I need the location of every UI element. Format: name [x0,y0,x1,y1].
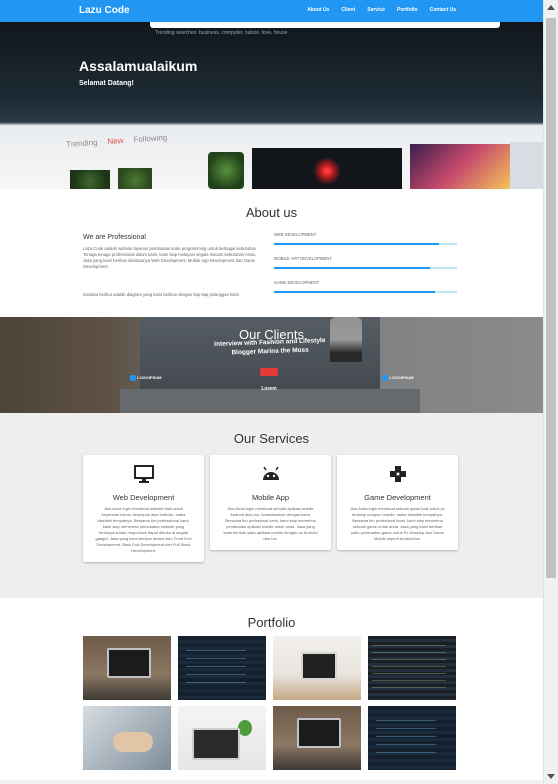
page: Lazu Code About Us Client Service Portfo… [0,0,543,784]
skill-bar [274,243,439,245]
brand-logo[interactable]: Lazu Code [79,5,130,16]
client-logo-text: LOGOIPSUM [137,375,162,381]
nav-link-portfolio[interactable]: Portfolio [397,7,418,13]
portfolio-item[interactable] [368,706,456,770]
service-card-title: Web Development [112,493,175,502]
skill-game: GAME DEVELOPMENT [274,280,457,293]
gamepad-icon [389,466,406,482]
hero-title: Assalamualaikum [79,58,198,74]
clients-section: Our Clients Interview with Fashion and L… [0,317,543,413]
client-logo-mark-icon [382,375,388,381]
hero-background-plant [118,168,152,189]
services-section: Our Services Web Development Jika Anda i… [0,413,543,598]
portfolio-title: Portfolio [247,615,296,630]
portfolio-item[interactable] [83,636,171,700]
service-card-mobile: Mobile App Jika Anda ingin membuat sebua… [210,455,331,550]
client-logo-text: Lorem [261,386,277,392]
client-logo-mark-icon [130,375,136,381]
portfolio-item[interactable] [83,706,171,770]
nav-link-client[interactable]: Client [341,7,355,13]
client-logo-mark-icon [260,368,278,376]
hero-background-plant [208,152,244,189]
services-title: Our Services [233,431,310,446]
about-note: Gambar berikut adalah diagram yang kami … [83,292,239,297]
about-heading: We are Professional [83,234,146,241]
hero-background-photo [510,142,543,189]
service-card-title: Game Development [364,493,431,502]
page-bottom-edge [0,780,543,784]
skill-bar [274,291,436,293]
service-card-text: Jika Anda ingin membuat sebuah game baik… [350,506,445,541]
portfolio-item[interactable] [178,706,266,770]
scroll-up-arrow-icon[interactable] [547,5,555,10]
nav-link-about[interactable]: About Us [307,7,329,13]
nav-links: About Us Client Service Portfolio Contac… [307,7,456,13]
service-card-title: Mobile App [251,493,290,502]
skill-label: GAME DEVELOPMENT [274,280,320,285]
client-logo: LOGOIPSUM [130,375,161,381]
hero-background-tab: Trending [66,137,98,149]
portfolio-item[interactable] [178,636,266,700]
scrollbar-thumb[interactable] [546,18,556,578]
service-card-game: Game Development Jika Anda ingin membuat… [337,455,458,550]
about-title: About us [245,205,298,220]
skill-bar [274,267,430,269]
scroll-down-arrow-icon[interactable] [547,774,555,779]
skill-mobile: MOBILE APP DEVELOPMENT [274,256,457,269]
hero-background-tab: Following [133,132,168,145]
hero-background-drink [410,144,510,189]
service-card-web: Web Development Jika Anda ingin membuat … [83,455,204,562]
hero-background-firework [312,156,342,186]
navbar: Lazu Code About Us Client Service Portfo… [0,0,543,22]
hero-background-trending: Trending searches: business, computer, n… [155,30,288,36]
service-card-text: Jika Anda ingin membuat website baik unt… [95,506,192,553]
about-text: Lazu Code adalah website layanan pembuat… [83,246,258,269]
about-section: About us We are Professional Lazu Code a… [0,189,543,317]
hero-banner: Trending searches: business, computer, n… [0,22,543,189]
hero-subtitle: Selamat Datang! [79,80,134,87]
hero-background-search-bar [150,22,500,28]
skill-track [274,267,457,269]
android-icon [262,466,279,480]
skill-web: WEB DEVELOPMENT [274,232,457,245]
monitor-icon [133,465,154,483]
client-logo-text: LOGOIPSUM [389,375,414,381]
hero-background-plant [70,170,110,189]
client-logo: LOGOIPSUM [382,375,413,381]
client-logo: Lorem [260,368,278,395]
skill-label: WEB DEVELOPMENT [274,232,317,237]
skill-track [274,291,457,293]
portfolio-item[interactable] [273,706,361,770]
portfolio-item[interactable] [273,636,361,700]
hero-background-tabs: Trending New Following [66,133,167,149]
hero-background-tab: New [107,136,124,147]
nav-link-contact[interactable]: Contact Us [430,7,456,13]
nav-link-service[interactable]: Service [367,7,385,13]
portfolio-item[interactable] [368,636,456,700]
portfolio-section: Portfolio [0,598,543,784]
skill-track [274,243,457,245]
service-card-text: Jika Anda ingin membuat sebuah aplikasi … [223,506,318,541]
vertical-scrollbar[interactable] [543,0,558,784]
skill-label: MOBILE APP DEVELOPMENT [274,256,332,261]
